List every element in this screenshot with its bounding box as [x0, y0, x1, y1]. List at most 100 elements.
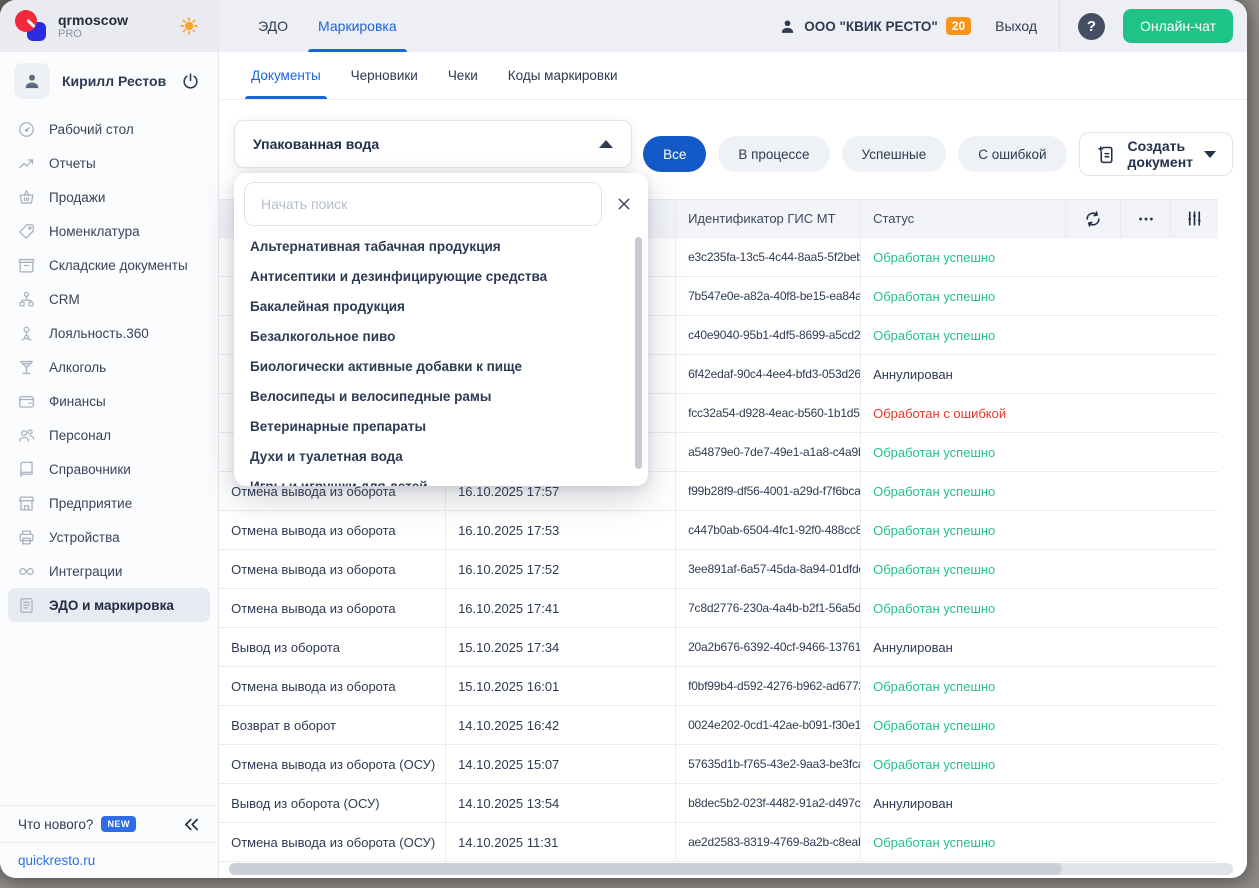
col-header-gis-id: Идентификатор ГИС МТ — [676, 200, 861, 237]
cell-gis-id: c447b0ab-6504-4fc1-92f0-488cc8c... — [676, 511, 861, 549]
logout-link[interactable]: Выход — [995, 18, 1037, 34]
dropdown-option[interactable]: Альтернативная табачная продукция — [234, 231, 648, 261]
sidebar-item-crm[interactable]: CRM — [8, 282, 210, 316]
user-avatar-icon — [14, 63, 50, 99]
cell-gis-id: b8dec5b2-023f-4482-91a2-d497c63... — [676, 784, 861, 822]
cell-gis-id: fcc32a54-d928-4eac-b560-1b1d5b0... — [676, 394, 861, 432]
table-row[interactable]: Вывод из оборота (ОСУ) 14.10.2025 13:54 … — [219, 784, 1218, 823]
tab-marking[interactable]: Маркировка — [316, 0, 399, 52]
sidebar-item-edo-marking[interactable]: ЭДО и маркировка — [8, 588, 210, 622]
clear-search-icon[interactable] — [612, 192, 636, 216]
dropdown-option[interactable]: Биологически активные добавки к пище — [234, 351, 648, 381]
table-row[interactable]: Отмена вывода из оборота 16.10.2025 17:5… — [219, 550, 1218, 589]
table-row[interactable]: Отмена вывода из оборота 16.10.2025 17:5… — [219, 511, 1218, 550]
col-header-status: Статус — [861, 200, 1066, 237]
sidebar-item-devices[interactable]: Устройства — [8, 520, 210, 554]
sidebar-item-enterprise[interactable]: Предприятие — [8, 486, 210, 520]
sidebar-item-reports[interactable]: Отчеты — [8, 146, 210, 180]
theme-toggle-sun-icon[interactable] — [178, 15, 200, 37]
help-icon[interactable]: ? — [1078, 13, 1105, 40]
dropdown-option[interactable]: Ветеринарные препараты — [234, 411, 648, 441]
cell-status: Обработан успешно — [861, 472, 1066, 510]
new-badge: NEW — [101, 816, 136, 832]
cell-status: Аннулирован — [861, 355, 1066, 393]
sidebar: qrmoscow PRO Кирилл Рестов Рабочий стол — [0, 0, 219, 878]
dropdown-scrollbar[interactable] — [635, 237, 642, 469]
subtab-drafts[interactable]: Черновики — [351, 52, 418, 99]
sidebar-item-finance[interactable]: Финансы — [8, 384, 210, 418]
whats-new-link[interactable]: Что нового? — [18, 817, 93, 832]
cell-gis-id: e3c235fa-13c5-4c44-8aa5-5f2beb3... — [676, 238, 861, 276]
horizontal-scrollbar[interactable] — [229, 863, 1233, 875]
tag-icon — [16, 222, 36, 241]
online-chat-button[interactable]: Онлайн-чат — [1123, 9, 1233, 43]
tab-edo[interactable]: ЭДО — [256, 0, 290, 52]
sidebar-item-sales[interactable]: Продажи — [8, 180, 210, 214]
storefront-icon — [16, 494, 36, 513]
table-row[interactable]: Отмена вывода из оборота 15.10.2025 16:0… — [219, 667, 1218, 706]
dropdown-option[interactable]: Бакалейная продукция — [234, 291, 648, 321]
table-row[interactable]: Возврат в оборот 14.10.2025 16:42 0024e2… — [219, 706, 1218, 745]
sidebar-item-reference[interactable]: Справочники — [8, 452, 210, 486]
header-divider — [1059, 0, 1060, 52]
quickresto-logo-icon — [14, 9, 48, 43]
sidebar-item-integrations[interactable]: Интеграции — [8, 554, 210, 588]
user-name: Кирилл Рестов — [62, 73, 166, 89]
dropdown-option[interactable]: Духи и туалетная вода — [234, 441, 648, 471]
sidebar-header: qrmoscow PRO — [0, 0, 218, 52]
sidebar-nav: Рабочий стол Отчеты Продажи Номенклатура… — [0, 110, 218, 805]
cell-gis-id: f99b28f9-df56-4001-a29d-f7f6bca5... — [676, 472, 861, 510]
sidebar-item-staff[interactable]: Персонал — [8, 418, 210, 452]
subtab-documents[interactable]: Документы — [251, 52, 321, 99]
column-settings-icon[interactable] — [1171, 200, 1218, 237]
refresh-icon[interactable] — [1066, 200, 1121, 237]
organization-switcher[interactable]: ООО "КВИК РЕСТО" 20 — [779, 17, 971, 35]
table-row[interactable]: Вывод из оборота 15.10.2025 17:34 20a2b6… — [219, 628, 1218, 667]
brand-name: qrmoscow — [58, 12, 128, 28]
more-actions-icon[interactable] — [1121, 200, 1171, 237]
dropdown-option[interactable]: Антисептики и дезинфицирующие средства — [234, 261, 648, 291]
sidebar-item-warehouse-docs[interactable]: Складские документы — [8, 248, 210, 282]
sidebar-item-nomenclature[interactable]: Номенклатура — [8, 214, 210, 248]
logout-power-icon[interactable] — [181, 72, 200, 91]
people-icon — [16, 426, 36, 445]
chevron-down-icon — [1204, 151, 1216, 158]
sidebar-item-alcohol[interactable]: Алкоголь — [8, 350, 210, 384]
collapse-sidebar-icon[interactable] — [183, 816, 200, 833]
subtab-marking-codes[interactable]: Коды маркировки — [508, 52, 618, 99]
dropdown-option[interactable]: Велосипеды и велосипедные рамы — [234, 381, 648, 411]
product-group-select[interactable]: Упакованная вода — [234, 120, 632, 168]
cell-gis-id: c40e9040-95b1-4df5-8699-a5cd2bc... — [676, 316, 861, 354]
dropdown-search-input[interactable] — [244, 182, 602, 226]
subtab-receipts[interactable]: Чеки — [448, 52, 478, 99]
create-document-button[interactable]: Создать документ — [1079, 132, 1234, 176]
cell-document-type: Вывод из оборота (ОСУ) — [219, 784, 446, 822]
table-row[interactable]: Отмена вывода из оборота (ОСУ) 14.10.202… — [219, 823, 1218, 862]
cell-date: 16.10.2025 17:41 — [446, 589, 676, 627]
reports-icon — [16, 154, 36, 173]
table-row[interactable]: Отмена вывода из оборота 16.10.2025 17:4… — [219, 589, 1218, 628]
cell-gis-id: ae2d2583-8319-4769-8a2b-c8eab8f... — [676, 823, 861, 861]
user-row[interactable]: Кирилл Рестов — [0, 52, 218, 110]
filter-chip-successful[interactable]: Успешные — [842, 136, 947, 172]
sidebar-item-loyalty[interactable]: Лояльность.360 — [8, 316, 210, 350]
sidebar-item-dashboard[interactable]: Рабочий стол — [8, 112, 210, 146]
filter-chip-with-error[interactable]: С ошибкой — [958, 136, 1066, 172]
cell-document-type: Отмена вывода из оборота — [219, 667, 446, 705]
filter-chip-in-progress[interactable]: В процессе — [718, 136, 829, 172]
brand-plan: PRO — [58, 28, 128, 41]
cell-date: 14.10.2025 16:42 — [446, 706, 676, 744]
quickresto-site-link[interactable]: quickresto.ru — [18, 853, 95, 868]
dropdown-option[interactable]: Игры и игрушки для детей — [234, 471, 648, 486]
cell-gis-id: 20a2b676-6392-40cf-9466-13761b... — [676, 628, 861, 666]
dropdown-option[interactable]: Безалкогольное пиво — [234, 321, 648, 351]
cell-date: 14.10.2025 11:31 — [446, 823, 676, 861]
filter-chip-all[interactable]: Все — [643, 136, 706, 172]
cell-date: 14.10.2025 15:07 — [446, 745, 676, 783]
cell-status: Обработан успешно — [861, 433, 1066, 471]
table-row[interactable]: Отмена вывода из оборота (ОСУ) 14.10.202… — [219, 745, 1218, 784]
product-group-dropdown-panel: Альтернативная табачная продукцияАнтисеп… — [234, 173, 648, 486]
cell-date: 16.10.2025 17:52 — [446, 550, 676, 588]
basket-icon — [16, 188, 36, 207]
module-tabs: ЭДО Маркировка — [256, 0, 399, 52]
